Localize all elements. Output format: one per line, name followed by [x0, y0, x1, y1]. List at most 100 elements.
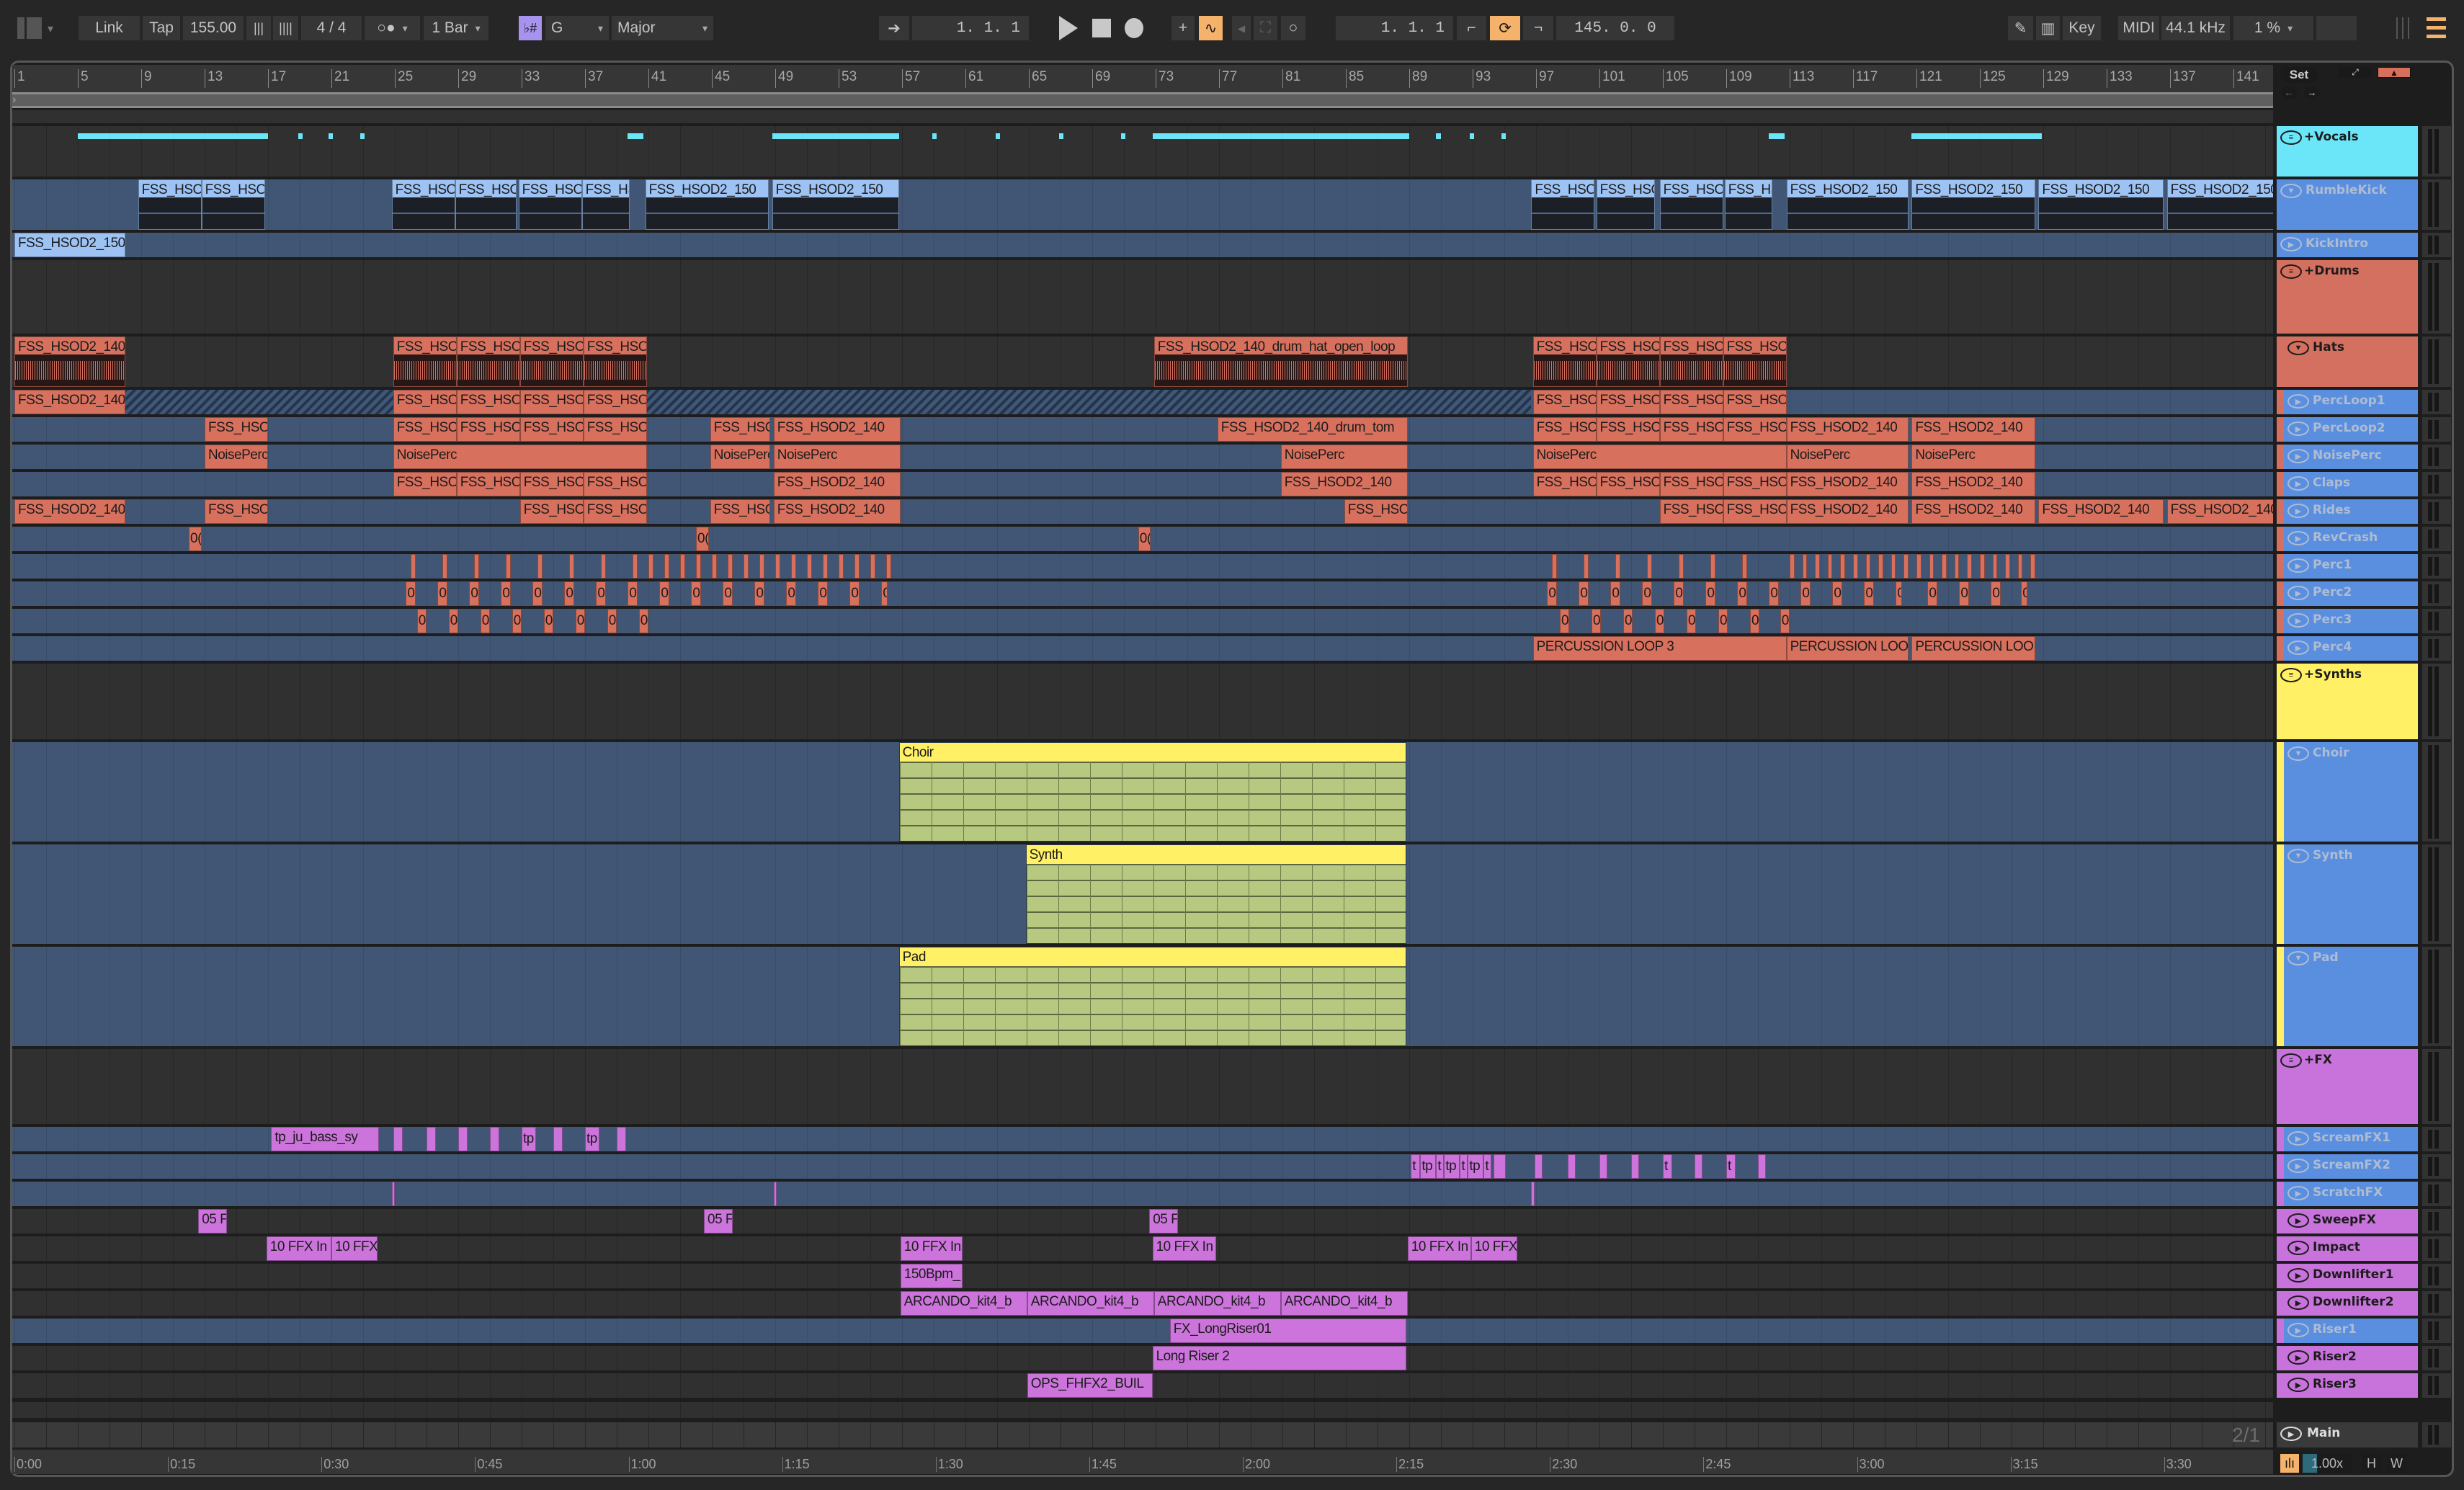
play-icon[interactable]: ▶: [2287, 1295, 2309, 1310]
clip[interactable]: 0: [754, 581, 764, 606]
clip[interactable]: FSS_HSOD2_150: [1596, 179, 1655, 230]
track-header-screamfx1[interactable]: ▶ ScreamFX1: [2277, 1127, 2418, 1151]
clip[interactable]: FSS_HSOD2_150: [201, 179, 265, 230]
track-header-perc1[interactable]: ▶ Perc1: [2277, 554, 2418, 579]
clip[interactable]: 0: [2021, 581, 2027, 606]
track-header-riser2[interactable]: ▶ Riser2: [2277, 1346, 2418, 1370]
clip[interactable]: FSS_HSOD2_140: [14, 336, 125, 387]
clip[interactable]: [617, 1127, 627, 1151]
track-header-downlifter1[interactable]: ▶ Downlifter1: [2277, 1264, 2418, 1288]
clip[interactable]: FSS_HSOD2_140: [205, 499, 268, 524]
clip[interactable]: [1815, 554, 1820, 579]
clip[interactable]: NoisePerc: [1532, 445, 1787, 469]
add-icon[interactable]: +: [1171, 16, 1195, 40]
play-icon[interactable]: ▶: [2287, 421, 2309, 436]
track-lane-rumblekick[interactable]: FSS_HSOD2_150FSS_HSOD2_150FSS_HSOD2_150F…: [12, 179, 2273, 230]
track-lane-synth[interactable]: Synth: [12, 844, 2273, 944]
play-icon[interactable]: ▶: [2280, 1427, 2302, 1441]
clip[interactable]: [1916, 554, 1921, 579]
clip[interactable]: [712, 554, 717, 579]
track-lane-choir[interactable]: Choir: [12, 742, 2273, 842]
clip[interactable]: 0(: [696, 527, 709, 551]
clip[interactable]: NoisePerc: [205, 445, 268, 469]
tempo-field[interactable]: 155.00: [183, 16, 244, 40]
clip[interactable]: [680, 554, 685, 579]
play-icon[interactable]: ▶: [2287, 1131, 2309, 1146]
clip[interactable]: FSS_HSOD2_140: [2038, 499, 2164, 524]
mixer-view-icon[interactable]: [2396, 17, 2414, 39]
clip[interactable]: 0: [1560, 609, 1570, 633]
clip[interactable]: t: [1483, 1154, 1492, 1179]
clip[interactable]: FSS_HSOD2_150: [2038, 179, 2164, 230]
clip[interactable]: [553, 1127, 563, 1151]
clip[interactable]: 10 FFX: [1470, 1236, 1517, 1261]
clip[interactable]: [1992, 554, 1998, 579]
back-arrow-icon[interactable]: ←: [2281, 86, 2297, 99]
clip[interactable]: [773, 1182, 777, 1206]
track-header-screamfx2[interactable]: ▶ ScreamFX2: [2277, 1154, 2418, 1179]
clip[interactable]: [1552, 554, 1557, 579]
clip[interactable]: 0: [575, 609, 585, 633]
play-icon[interactable]: ▶: [2287, 1268, 2309, 1282]
clip[interactable]: FSS_HSOD2_140_drum_hat_open_loop: [1153, 336, 1408, 387]
main-track-header[interactable]: ▶ Main: [2277, 1422, 2418, 1447]
clip[interactable]: FSS_HSOD2_140: [773, 417, 901, 442]
track-lane-kickintro[interactable]: FSS_HSOD2_150: [12, 233, 2273, 257]
clip[interactable]: Pad: [898, 947, 1406, 1046]
clip[interactable]: OPS_FHFX2_BUIL: [1027, 1373, 1153, 1398]
clip[interactable]: FSS_HSOD2_150: [581, 179, 630, 230]
clip[interactable]: 0: [1655, 609, 1665, 633]
clip[interactable]: [1802, 554, 1808, 579]
clip[interactable]: tp: [585, 1127, 599, 1151]
clip[interactable]: [1758, 1154, 1766, 1179]
session-record-icon[interactable]: ○: [1281, 16, 1305, 40]
clip[interactable]: FSS_HSOD2_140: [1596, 472, 1660, 496]
clip-title-bar[interactable]: [1026, 845, 1406, 864]
clip[interactable]: FSS_HSOD2_150: [1531, 179, 1595, 230]
clip[interactable]: FSS_HSOD2_140: [393, 336, 457, 387]
clip[interactable]: [1531, 1182, 1535, 1206]
clip[interactable]: [411, 554, 416, 579]
cpu-meter-dropdown[interactable]: 1 %: [2233, 16, 2313, 40]
track-header-perc3[interactable]: ▶ Perc3: [2277, 609, 2418, 633]
track-header-synths[interactable]: ≡ +Synths: [2277, 664, 2418, 739]
clip[interactable]: t: [1460, 1154, 1468, 1179]
clip[interactable]: [1980, 554, 1985, 579]
clip[interactable]: PERCUSSION LOOP: [1786, 636, 1909, 661]
clip[interactable]: FSS_HSOD2_140: [519, 499, 584, 524]
clip[interactable]: Synth: [1025, 844, 1406, 944]
track-lane-percloop1[interactable]: FSS_HSOD2_140FSS_HSOD2_140FSS_HSOD2_140F…: [12, 390, 2273, 414]
clip[interactable]: [648, 554, 653, 579]
clip[interactable]: NoisePerc: [1786, 445, 1909, 469]
group-fold-icon[interactable]: ≡: [2280, 668, 2302, 682]
track-lane-pad[interactable]: Pad: [12, 947, 2273, 1046]
loop-start-field[interactable]: 1. 1. 1: [1336, 16, 1453, 40]
clip[interactable]: 0: [818, 581, 828, 606]
track-lane-impact[interactable]: 10 FFX In 10 FFX 10 FFX In 10 FFX In 10 FFX …: [12, 1236, 2273, 1261]
punch-in-button[interactable]: ⌐: [1457, 16, 1486, 40]
clip[interactable]: 10 FFX In: [1152, 1236, 1216, 1261]
clip[interactable]: FSS_HSOD2_140: [1532, 390, 1597, 414]
clip[interactable]: 0: [596, 581, 606, 606]
track-lane-perc4[interactable]: PERCUSSION LOOP 3 PERCUSSION LOOP PERCUSSI…: [12, 636, 2273, 661]
clip[interactable]: ARCANDO_kit4_b: [900, 1291, 1027, 1316]
clip[interactable]: FSS_HSOD2_140: [1911, 417, 2035, 442]
clip[interactable]: [2030, 554, 2035, 579]
clip[interactable]: [807, 554, 812, 579]
clip[interactable]: 0: [1864, 581, 1874, 606]
clip[interactable]: 0: [469, 581, 479, 606]
nudge-up-icon[interactable]: ||||: [273, 16, 298, 40]
clip[interactable]: t: [1726, 1154, 1736, 1179]
clip[interactable]: 0: [406, 581, 416, 606]
link-button[interactable]: Link: [79, 16, 140, 40]
clip[interactable]: FSS_HSOD2_150: [1659, 179, 1723, 230]
clip[interactable]: 10 FFX In: [1407, 1236, 1471, 1261]
clip[interactable]: [1710, 554, 1715, 579]
clip-title-bar[interactable]: [899, 947, 1406, 966]
track-header-riser3[interactable]: ▶ Riser3: [2277, 1373, 2418, 1398]
clip-title-bar[interactable]: [899, 743, 1406, 762]
clip[interactable]: [1865, 554, 1871, 579]
clip[interactable]: [1954, 554, 1960, 579]
track-lane-perc3[interactable]: 0 0 0 0 0 0 0 0 0 0 0 0 0 0 0 0: [12, 609, 2273, 633]
clip[interactable]: 0: [1780, 609, 1790, 633]
